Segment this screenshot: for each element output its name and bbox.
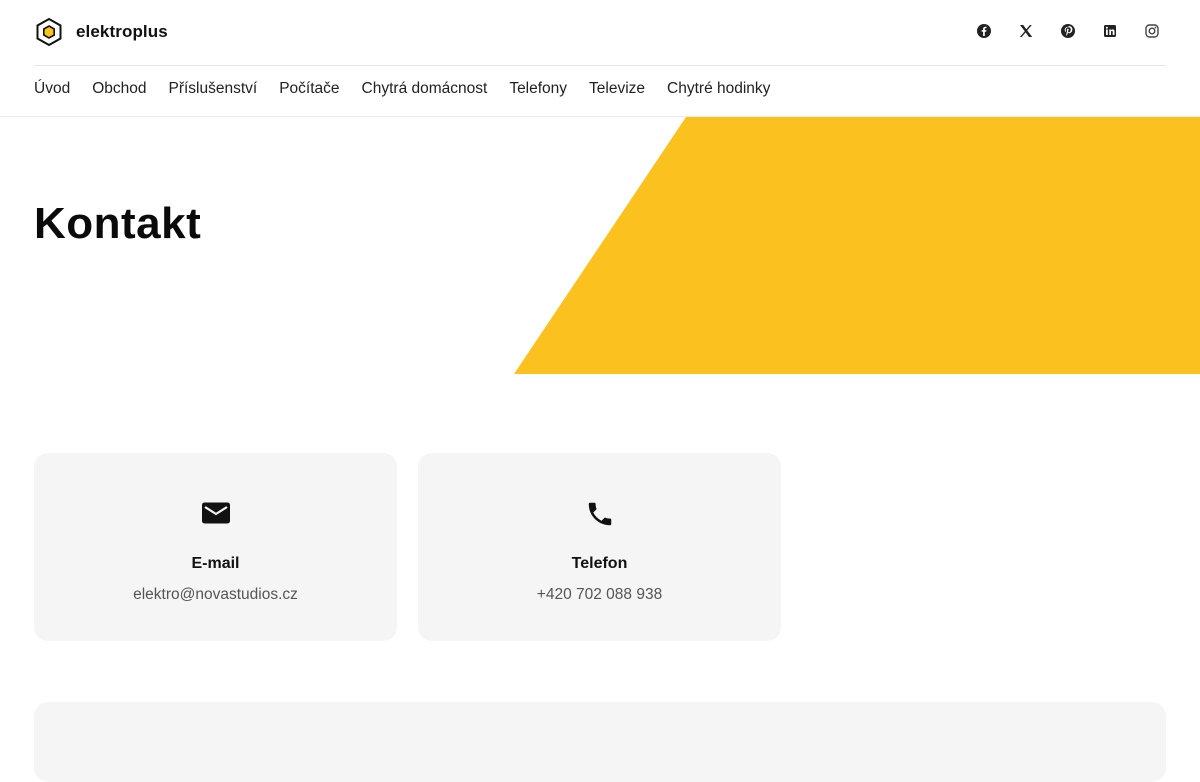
mail-icon	[201, 502, 230, 524]
nav-item-uvod[interactable]: Úvod	[34, 80, 70, 98]
phone-value[interactable]: +420 702 088 938	[418, 586, 781, 604]
linkedin-icon[interactable]	[1102, 23, 1118, 39]
nav-item-prislusenstvi[interactable]: Příslušenství	[168, 80, 257, 98]
phone-label: Telefon	[571, 555, 628, 572]
hexagon-logo-icon	[36, 17, 62, 47]
site-header: elektroplus	[34, 0, 1166, 66]
facebook-icon[interactable]	[976, 23, 992, 39]
nav-item-pocitace[interactable]: Počítače	[279, 80, 339, 98]
x-icon[interactable]	[1018, 23, 1034, 39]
hero-section: Kontakt	[0, 116, 1200, 374]
main-nav: Úvod Obchod Příslušenství Počítače Chytr…	[34, 80, 770, 98]
phone-card: Telefon +420 702 088 938	[418, 453, 781, 641]
email-label: E-mail	[191, 555, 240, 572]
nav-item-chytre-hodinky[interactable]: Chytré hodinky	[667, 80, 770, 98]
nav-item-chytra-domacnost[interactable]: Chytrá domácnost	[362, 80, 488, 98]
pinterest-icon[interactable]	[1060, 23, 1076, 39]
email-value[interactable]: elektro@novastudios.cz	[34, 586, 397, 604]
nav-item-televize[interactable]: Televize	[589, 80, 645, 98]
brand-name: elektroplus	[76, 22, 168, 41]
instagram-icon[interactable]	[1144, 23, 1160, 39]
page-title: Kontakt	[34, 199, 202, 248]
site-logo[interactable]: elektroplus	[34, 17, 168, 47]
nav-item-obchod[interactable]: Obchod	[92, 80, 146, 98]
email-card: E-mail elektro@novastudios.cz	[34, 453, 397, 641]
content-panel	[34, 702, 1166, 782]
phone-icon	[588, 502, 611, 526]
nav-item-telefony[interactable]: Telefony	[509, 80, 567, 98]
social-links	[976, 23, 1160, 39]
